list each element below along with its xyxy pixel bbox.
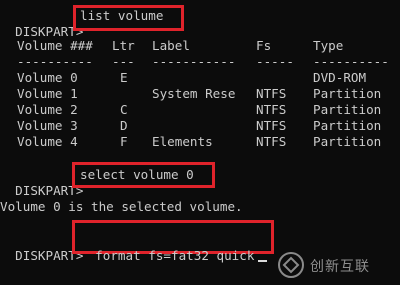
cell-type: Partition: [313, 86, 382, 101]
command-list-volume: list volume: [80, 8, 164, 23]
terminal-line-1: DISKPART>: [0, 8, 83, 39]
table-row: Volume 2 C NTFS Partition: [0, 102, 400, 118]
watermark-text: 创新互联: [310, 259, 370, 275]
cell-volume: Volume 4: [17, 134, 78, 149]
command-select-volume: select volume 0: [80, 167, 194, 182]
separator-type: ----------: [313, 54, 389, 69]
cell-label: Elements: [152, 134, 213, 149]
terminal-line-select: DISKPART>: [0, 167, 83, 198]
header-type: Type: [313, 38, 344, 53]
separator-ltr: ---: [112, 54, 135, 69]
watermark-logo-icon: [278, 252, 304, 278]
separator-fs: -----: [256, 54, 294, 69]
cell-ltr: D: [120, 118, 128, 133]
status-message: Volume 0 is the selected volume.: [0, 199, 243, 214]
terminal-line-format: DISKPART>: [0, 232, 83, 263]
cell-fs: NTFS: [256, 134, 287, 149]
header-label: Label: [152, 38, 190, 53]
cell-volume: Volume 1: [17, 86, 78, 101]
table-header-row: Volume ### Ltr Label Fs Type: [0, 38, 400, 54]
cell-ltr: C: [120, 102, 128, 117]
cell-fs: NTFS: [256, 118, 287, 133]
cell-volume: Volume 2: [17, 102, 78, 117]
table-row: Volume 4 F Elements NTFS Partition: [0, 134, 400, 150]
cell-fs: NTFS: [256, 86, 287, 101]
cell-type: DVD-ROM: [313, 70, 367, 85]
cell-type: Partition: [313, 102, 382, 117]
cell-label: System Rese: [152, 86, 236, 101]
separator-label: -----------: [152, 54, 236, 69]
cell-type: Partition: [313, 118, 382, 133]
header-fs: Fs: [256, 38, 272, 53]
cell-volume: Volume 0: [17, 70, 78, 85]
cell-volume: Volume 3: [17, 118, 78, 133]
text-cursor: [258, 260, 268, 262]
header-volume: Volume ###: [17, 38, 93, 53]
table-row: Volume 0 E DVD-ROM: [0, 70, 400, 86]
cell-ltr: F: [120, 134, 128, 149]
cell-fs: NTFS: [256, 102, 287, 117]
cell-ltr: E: [120, 70, 128, 85]
command-format: format fs=fat32 quick: [95, 248, 255, 263]
watermark: 创新互联: [276, 251, 394, 279]
table-row: Volume 3 D NTFS Partition: [0, 118, 400, 134]
header-ltr: Ltr: [112, 38, 135, 53]
table-separator-row: ---------- --- ----------- ----- -------…: [0, 54, 400, 70]
separator-volume: ----------: [17, 54, 93, 69]
table-row: Volume 1 System Rese NTFS Partition: [0, 86, 400, 102]
cell-type: Partition: [313, 134, 382, 149]
command-input[interactable]: format fs=fat32 quick: [80, 232, 268, 263]
